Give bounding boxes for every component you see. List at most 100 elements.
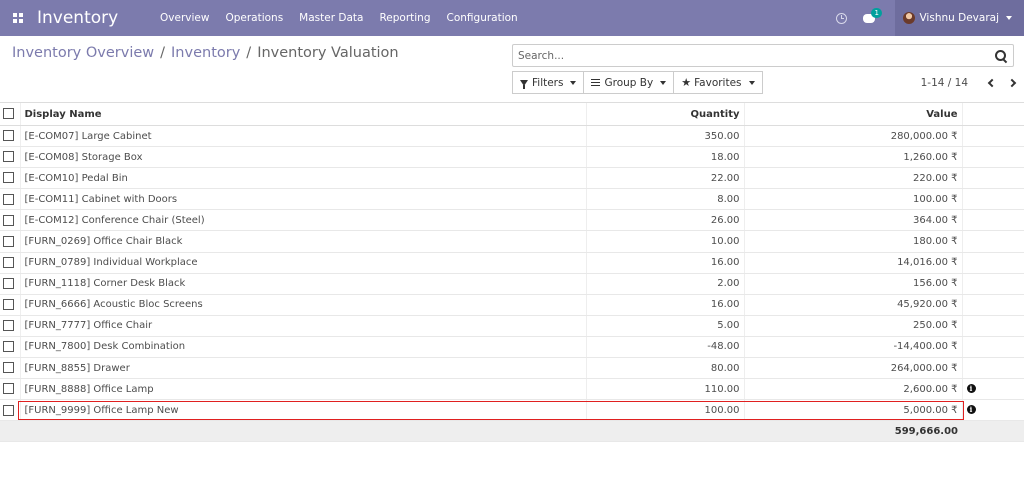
cell-display-name[interactable]: [E-COM07] Large Cabinet [19, 125, 586, 148]
table-row[interactable]: [FURN_7800] Desk Combination -48.00 -14,40… [0, 336, 1024, 359]
cell-value[interactable]: 2,600.00 ₹ [743, 378, 962, 401]
select-all-checkbox[interactable] [3, 108, 14, 120]
cell-quantity[interactable]: 110.00 [585, 378, 744, 401]
group-by-button[interactable]: Group By [583, 71, 675, 94]
cell-value[interactable]: 5,000.00 ₹ [743, 399, 962, 422]
cell-info [961, 125, 1024, 148]
cell-quantity[interactable]: 22.00 [585, 167, 744, 190]
cell-quantity[interactable]: 16.00 [585, 252, 744, 274]
column-header-display-name[interactable]: Display Name [19, 102, 586, 126]
cell-quantity[interactable]: 5.00 [585, 315, 744, 337]
cell-quantity[interactable]: 16.00 [585, 294, 744, 316]
row-checkbox[interactable] [3, 193, 14, 205]
user-menu[interactable]: Vishnu Devaraj [895, 0, 1024, 36]
row-checkbox[interactable] [3, 235, 14, 247]
cell-value[interactable]: 264,000.00 ₹ [743, 357, 962, 380]
apps-grid-icon[interactable] [0, 0, 36, 36]
row-checkbox[interactable] [3, 320, 14, 332]
cell-display-name[interactable]: [FURN_8888] Office Lamp [19, 378, 586, 401]
row-checkbox[interactable] [3, 214, 14, 226]
cell-quantity[interactable]: 80.00 [585, 357, 744, 380]
info-icon[interactable]: i [966, 384, 976, 394]
menu-item-configuration[interactable]: Configuration [439, 12, 526, 24]
table-row[interactable]: [FURN_0269] Office Chair Black 10.00 180.0… [0, 230, 1024, 253]
search-icon[interactable] [993, 48, 1009, 64]
cell-display-name[interactable]: [E-COM08] Storage Box [19, 146, 586, 169]
cell-value[interactable]: 364.00 ₹ [743, 209, 962, 232]
table-row[interactable]: [FURN_8888] Office Lamp 110.00 2,600.00 ₹ i [0, 378, 1024, 401]
cell-value[interactable]: 156.00 ₹ [743, 273, 962, 295]
cell-value[interactable]: -14,400.00 ₹ [743, 336, 962, 359]
messaging-menu[interactable]: 1 [863, 7, 882, 23]
cell-display-name[interactable]: [FURN_8855] Drawer [19, 357, 586, 380]
table-row[interactable]: [FURN_9999] Office Lamp New 100.00 5,000.0… [0, 399, 1024, 422]
row-checkbox[interactable] [3, 172, 14, 184]
cell-info: i [961, 399, 1024, 422]
row-checkbox[interactable] [3, 383, 14, 395]
cell-quantity[interactable]: 100.00 [585, 399, 744, 422]
cell-quantity[interactable]: 350.00 [585, 125, 744, 148]
cell-quantity[interactable]: -48.00 [585, 336, 744, 359]
menu-item-operations[interactable]: Operations [217, 12, 291, 24]
cell-quantity[interactable]: 2.00 [585, 273, 744, 295]
pager-value[interactable]: 1-14 / 14 [921, 77, 968, 89]
clock-icon[interactable] [836, 12, 848, 24]
search-input[interactable] [513, 49, 993, 62]
cell-quantity[interactable]: 8.00 [585, 188, 744, 211]
cell-quantity[interactable]: 18.00 [585, 146, 744, 169]
cell-display-name[interactable]: [FURN_6666] Acoustic Bloc Screens [19, 294, 586, 316]
row-select-cell [0, 125, 20, 148]
app-title[interactable]: Inventory [37, 8, 152, 28]
cell-quantity[interactable]: 26.00 [585, 209, 744, 232]
menu-item-reporting[interactable]: Reporting [371, 12, 438, 24]
menu-item-overview[interactable]: Overview [152, 12, 217, 24]
cell-display-name[interactable]: [FURN_1118] Corner Desk Black [19, 273, 586, 295]
table-row[interactable]: [E-COM12] Conference Chair (Steel) 26.00 3… [0, 209, 1024, 232]
row-checkbox[interactable] [3, 341, 14, 353]
cell-value[interactable]: 250.00 ₹ [743, 315, 962, 337]
cell-display-name[interactable]: [E-COM12] Conference Chair (Steel) [19, 209, 586, 232]
row-checkbox[interactable] [3, 299, 14, 311]
row-checkbox[interactable] [3, 151, 14, 163]
cell-value[interactable]: 280,000.00 ₹ [743, 125, 962, 148]
table-row[interactable]: [FURN_8855] Drawer 80.00 264,000.00 ₹ [0, 357, 1024, 380]
table-row[interactable]: [E-COM11] Cabinet with Doors 8.00 100.00 ₹ [0, 188, 1024, 211]
cell-display-name[interactable]: [FURN_0789] Individual Workplace [19, 252, 586, 274]
table-row[interactable]: [FURN_1118] Corner Desk Black 2.00 156.00 … [0, 273, 1024, 295]
cell-display-name[interactable]: [E-COM11] Cabinet with Doors [19, 188, 586, 211]
breadcrumb-inventory-overview[interactable]: Inventory Overview [12, 45, 154, 61]
cell-value[interactable]: 100.00 ₹ [743, 188, 962, 211]
menu-item-master-data[interactable]: Master Data [291, 12, 371, 24]
favorites-button[interactable]: ★ Favorites [673, 71, 763, 94]
table-row[interactable]: [E-COM07] Large Cabinet 350.00 280,000.00 … [0, 125, 1024, 148]
row-checkbox[interactable] [3, 404, 14, 416]
info-icon[interactable]: i [966, 405, 976, 415]
cell-value[interactable]: 45,920.00 ₹ [743, 294, 962, 316]
cell-quantity[interactable]: 10.00 [585, 230, 744, 253]
row-checkbox[interactable] [3, 130, 14, 142]
cell-display-name[interactable]: [FURN_7777] Office Chair [19, 315, 586, 337]
breadcrumb-inventory[interactable]: Inventory [171, 45, 240, 61]
breadcrumb-separator: / [160, 45, 166, 61]
cell-value[interactable]: 1,260.00 ₹ [743, 146, 962, 169]
column-header-quantity[interactable]: Quantity [585, 102, 744, 126]
row-checkbox[interactable] [3, 362, 14, 374]
column-header-value[interactable]: Value [743, 102, 962, 126]
cell-display-name[interactable]: [E-COM10] Pedal Bin [19, 167, 586, 190]
cell-value[interactable]: 14,016.00 ₹ [743, 252, 962, 274]
cell-display-name[interactable]: [FURN_9999] Office Lamp New [19, 399, 586, 422]
cell-display-name[interactable]: [FURN_0269] Office Chair Black [19, 230, 586, 253]
row-checkbox[interactable] [3, 256, 14, 268]
table-row[interactable]: [E-COM08] Storage Box 18.00 1,260.00 ₹ [0, 146, 1024, 169]
cell-display-name[interactable]: [FURN_7800] Desk Combination [19, 336, 586, 359]
table-row[interactable]: [FURN_0789] Individual Workplace 16.00 14,… [0, 252, 1024, 274]
cell-value[interactable]: 220.00 ₹ [743, 167, 962, 190]
table-row[interactable]: [FURN_7777] Office Chair 5.00 250.00 ₹ [0, 315, 1024, 337]
pager-previous-button[interactable] [980, 76, 1002, 90]
table-row[interactable]: [FURN_6666] Acoustic Bloc Screens 16.00 45… [0, 294, 1024, 316]
row-checkbox[interactable] [3, 277, 14, 289]
pager-next-button[interactable] [1002, 76, 1024, 90]
cell-value[interactable]: 180.00 ₹ [743, 230, 962, 253]
table-row[interactable]: [E-COM10] Pedal Bin 22.00 220.00 ₹ [0, 167, 1024, 190]
filters-button[interactable]: Filters [512, 71, 585, 94]
